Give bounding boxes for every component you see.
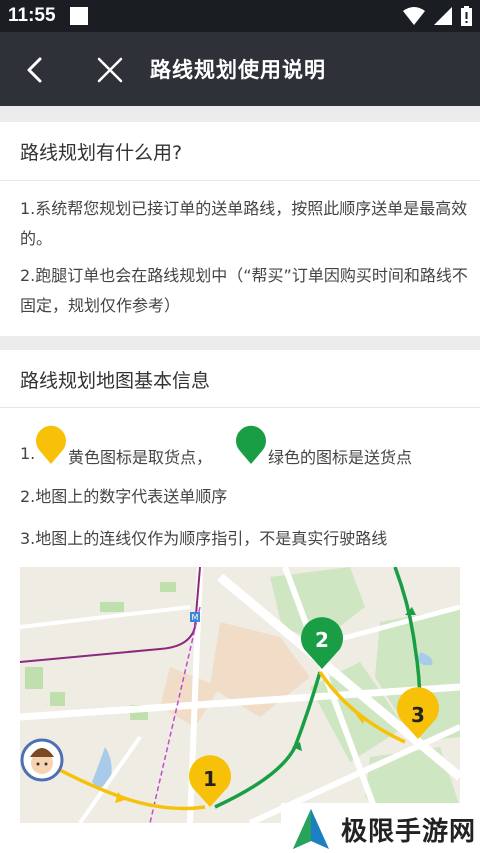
- notification-icon: [70, 7, 88, 25]
- close-icon: [97, 57, 123, 83]
- section-title: 路线规划地图基本信息: [20, 370, 211, 392]
- map-pin-1[interactable]: 1: [189, 755, 231, 807]
- map-pin-label: 2: [315, 628, 329, 652]
- paragraph-errand-orders: 2.跑腿订单也会在路线规划中（“帮买”订单因购买时间和路线不固定，规划仅作参考）: [20, 266, 468, 315]
- watermark: 极限手游网: [281, 803, 480, 853]
- section-title: 路线规划有什么用?: [20, 142, 183, 164]
- wifi-icon: [403, 7, 425, 25]
- yellow-pin-icon: [36, 425, 66, 464]
- watermark-text: 极限手游网: [341, 817, 477, 847]
- svg-text:M: M: [192, 613, 199, 622]
- green-pin-icon: [236, 425, 266, 464]
- signal-icon: [434, 7, 452, 25]
- map-pin-label: 3: [411, 703, 425, 727]
- status-time: 11:55: [8, 5, 56, 26]
- map-canvas: M 1 2 3: [20, 567, 460, 823]
- paragraph-system-route: 1.系统帮您规划已接订单的送单路线，按照此顺序送单是最高效的。: [20, 199, 468, 248]
- status-bar: 11:55: [0, 0, 480, 32]
- battery-icon: [461, 6, 472, 26]
- legend-index: 1.: [20, 444, 36, 463]
- chevron-left-icon: [27, 57, 42, 83]
- legend-yellow: 黄色图标是取货点，: [68, 448, 213, 467]
- map-pin-label: 1: [203, 767, 217, 791]
- divider: [0, 180, 480, 181]
- close-button[interactable]: [92, 52, 128, 88]
- status-icons: [403, 6, 472, 26]
- page-title: 路线规划使用说明: [150, 58, 326, 82]
- watermark-logo-icon: [293, 809, 329, 849]
- paragraph-lines: 3.地图上的连线仅作为顺序指引，不是真实行驶路线: [20, 529, 388, 548]
- section-purpose: 路线规划有什么用? 1.系统帮您规划已接订单的送单路线，按照此顺序送单是最高效的…: [0, 122, 480, 336]
- legend-green: 绿色的图标是送货点: [268, 448, 413, 467]
- app-bar: 路线规划使用说明: [0, 32, 480, 106]
- legend-pins: 1. 黄色图标是取货点， 绿色的图标是送货点: [20, 425, 460, 467]
- map-pin-2[interactable]: 2: [301, 617, 344, 669]
- route-map[interactable]: M 1 2 3: [20, 567, 460, 823]
- section-map-info: 路线规划地图基本信息 1. 黄色图标是取货点， 绿色的图标是送货点 2.地图上的…: [0, 350, 480, 853]
- back-button[interactable]: [18, 52, 54, 88]
- divider: [0, 407, 480, 408]
- paragraph-numbers: 2.地图上的数字代表送单顺序: [20, 487, 228, 506]
